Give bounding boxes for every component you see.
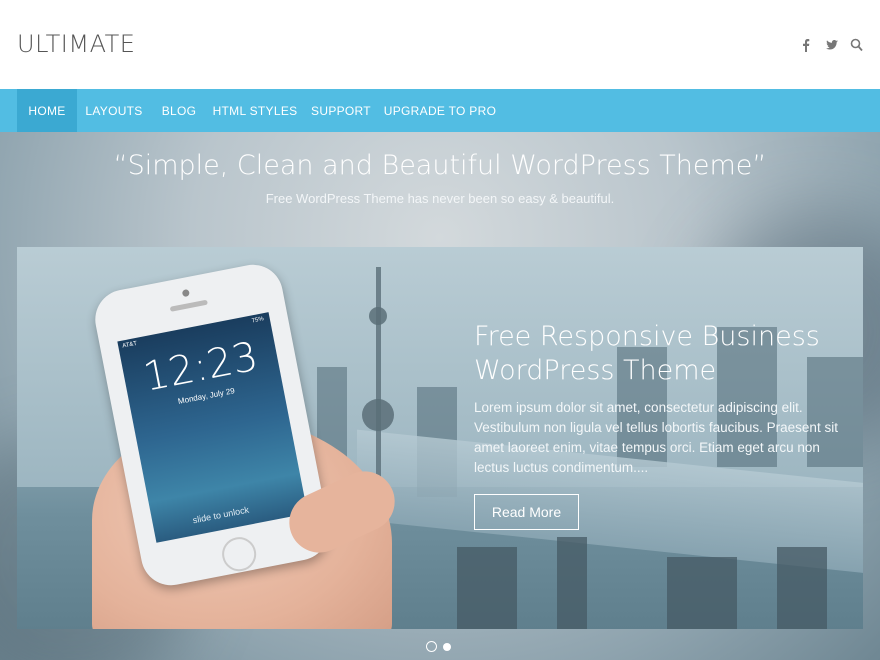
twitter-icon[interactable] [825,38,838,52]
tv-tower [369,307,387,325]
phone-speaker [169,299,208,312]
nav-item-blog[interactable]: BLOG [151,89,207,132]
hero-quote: “Simple, Clean and Beautiful WordPress T… [113,150,767,181]
phone-battery: 75% [251,316,265,325]
nav-item-home[interactable]: HOME [17,89,77,132]
slide-text: Lorem ipsum dolor sit amet, consectetur … [474,400,838,475]
search-icon[interactable] [850,38,863,52]
city-building [557,537,587,629]
tv-tower [362,399,394,431]
nav-item-upgrade[interactable]: UPGRADE TO PRO [379,89,501,132]
phone-camera [181,288,190,298]
header-icons [800,38,863,52]
slider-dot-1[interactable] [426,641,437,652]
slider-pagination [426,641,451,652]
hero-section: “Simple, Clean and Beautiful WordPress T… [0,132,880,660]
nav-item-layouts[interactable]: LAYOUTS [77,89,151,132]
hero-subtitle: Free WordPress Theme has never been so e… [265,191,615,206]
city-building [457,547,517,629]
slide-title-line: Free Responsive Business [474,321,820,352]
phone-screen: AT&T 75% 12:23 Monday, July 29 slide to … [117,312,308,543]
read-more-button[interactable]: Read More [474,494,579,530]
city-building [667,557,737,629]
main-navigation: HOME LAYOUTS BLOG HTML STYLES SUPPORT UP… [0,89,880,132]
nav-item-html-styles[interactable]: HTML STYLES [207,89,303,132]
slider-slide: AT&T 75% 12:23 Monday, July 29 slide to … [17,247,863,629]
slide-title-line: WordPress Theme [474,355,717,386]
tv-tower [376,267,381,487]
city-building [777,547,827,629]
slider-dot-2[interactable] [443,642,451,651]
site-header: ULTIMATE [0,0,880,89]
slide-title: Free Responsive Business WordPress Theme [474,320,834,388]
site-logo[interactable]: ULTIMATE [17,30,135,58]
phone-unlock-text: slide to unlock [191,504,250,526]
phone-carrier: AT&T [121,340,138,350]
nav-item-support[interactable]: SUPPORT [303,89,379,132]
phone-home-button [219,534,260,575]
facebook-icon[interactable] [800,38,812,52]
